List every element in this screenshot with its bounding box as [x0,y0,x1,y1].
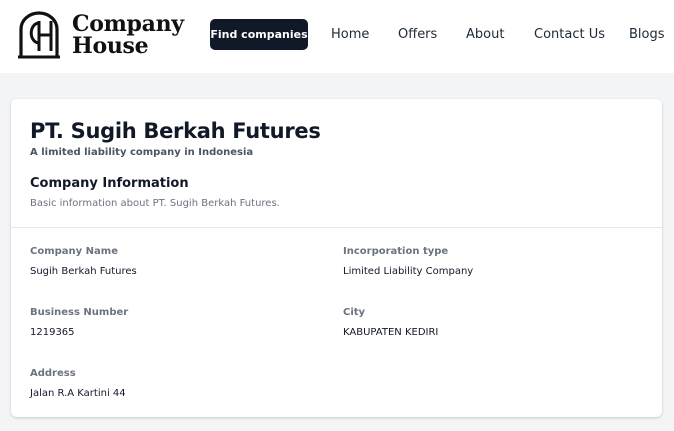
section-subtitle: Basic information about PT. Sugih Berkah… [30,198,280,209]
field-value-company-name: Sugih Berkah Futures [30,266,137,277]
logo-line-2: House [72,33,149,59]
field-value-city: KABUPATEN KEDIRI [343,327,439,338]
field-label-address: Address [30,368,76,379]
field-label-incorporation-type: Incorporation type [343,246,449,257]
company-title: PT. Sugih Berkah Futures [30,119,321,143]
site-logo[interactable]: Company House [17,11,184,59]
top-navbar: Company House Find companies Home Offers… [0,0,674,73]
nav-link-blogs[interactable]: Blogs [629,27,665,42]
nav-link-home[interactable]: Home [331,27,369,42]
field-label-city: City [343,307,366,318]
section-divider [11,227,662,228]
field-label-company-name: Company Name [30,246,118,257]
logo-wordmark: Company House [72,13,184,57]
company-info-card: PT. Sugih Berkah Futures A limited liabi… [11,99,662,417]
nav-link-offers[interactable]: Offers [398,27,437,42]
field-value-address: Jalan R.A Kartini 44 [30,388,126,399]
company-subtitle: A limited liability company in Indonesia [30,147,254,158]
field-value-business-number: 1219365 [30,327,75,338]
ch-monogram-icon [18,11,60,59]
field-label-business-number: Business Number [30,307,129,318]
nav-link-about[interactable]: About [466,27,504,42]
find-companies-button[interactable]: Find companies [210,19,308,50]
section-title: Company Information [30,176,189,191]
field-value-incorporation-type: Limited Liability Company [343,266,474,277]
nav-link-contact-us[interactable]: Contact Us [534,27,605,42]
logo-line-1: Company [72,11,184,37]
